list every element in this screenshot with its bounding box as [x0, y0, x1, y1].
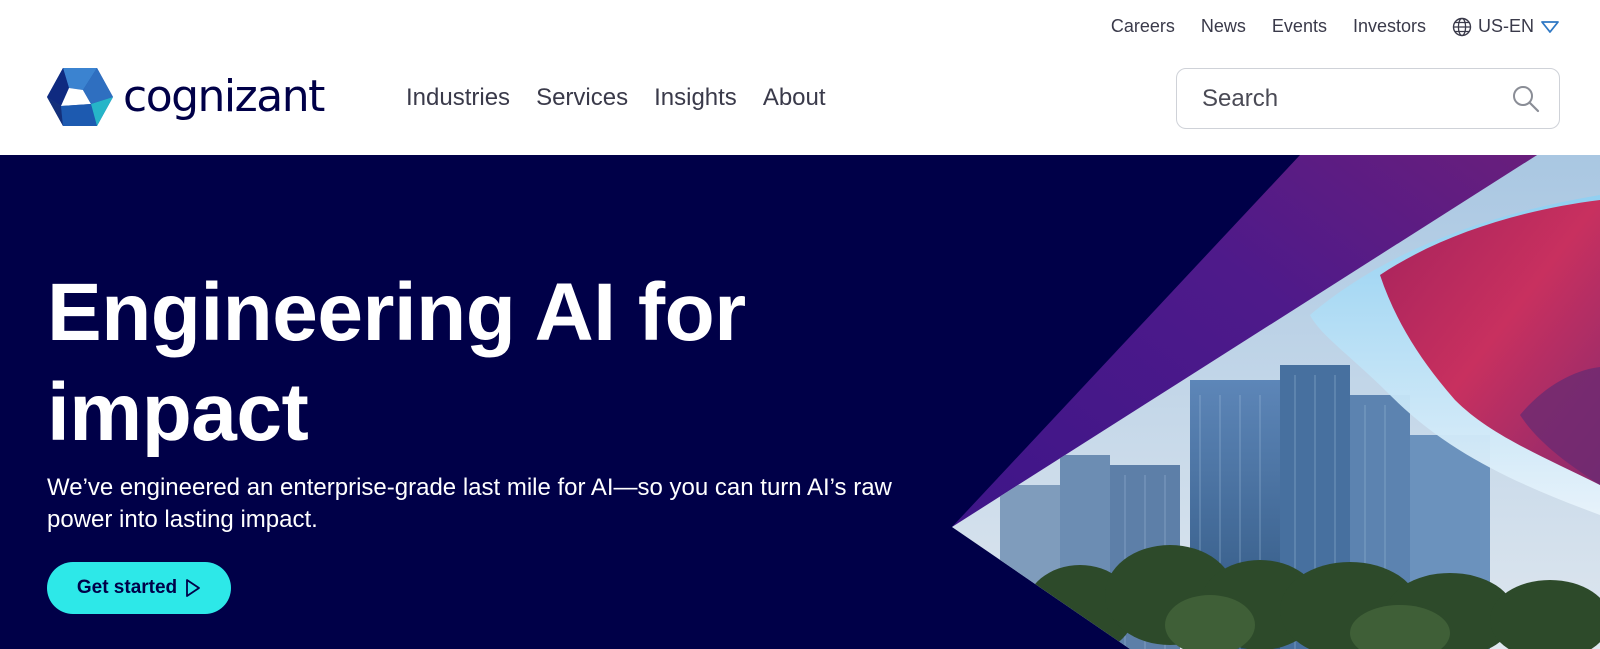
hero-banner: Engineering AI for impact We’ve engineer… — [0, 155, 1600, 649]
hero-subtitle: We’ve engineered an enterprise-grade las… — [47, 474, 892, 533]
utility-link-investors[interactable]: Investors — [1353, 16, 1426, 37]
globe-icon — [1452, 17, 1472, 36]
logo-wordmark: cognizant — [123, 71, 325, 122]
nav-item-insights[interactable]: Insights — [654, 84, 737, 112]
utility-link-events[interactable]: Events — [1272, 16, 1327, 37]
hero-title: Engineering AI for impact — [47, 267, 746, 458]
utility-link-careers[interactable]: Careers — [1111, 16, 1175, 37]
utility-nav: Careers News Events Investors US-EN — [1111, 16, 1560, 37]
search-icon — [1513, 85, 1540, 112]
utility-link-news[interactable]: News — [1201, 16, 1246, 37]
cognizant-logo[interactable]: cognizant — [47, 68, 325, 126]
search-input[interactable] — [1202, 84, 1512, 113]
locale-label: US-EN — [1477, 16, 1534, 36]
cognizant-logo-mark-icon — [47, 68, 113, 126]
page: Careers News Events Investors US-EN cogn… — [0, 0, 1600, 649]
play-triangle-icon — [186, 579, 201, 597]
main-nav: Industries Services Insights About — [406, 84, 826, 112]
get-started-label: Get started — [76, 577, 178, 598]
chevron-down-icon — [1541, 20, 1559, 33]
search-button[interactable] — [1512, 84, 1540, 114]
locale-selector[interactable]: US-EN — [1452, 16, 1560, 37]
site-header: Careers News Events Investors US-EN cogn… — [0, 0, 1600, 155]
nav-item-services[interactable]: Services — [536, 84, 628, 112]
search-box — [1176, 68, 1560, 129]
get-started-button[interactable]: Get started — [47, 562, 231, 614]
nav-item-industries[interactable]: Industries — [406, 84, 510, 112]
nav-item-about[interactable]: About — [763, 84, 826, 112]
